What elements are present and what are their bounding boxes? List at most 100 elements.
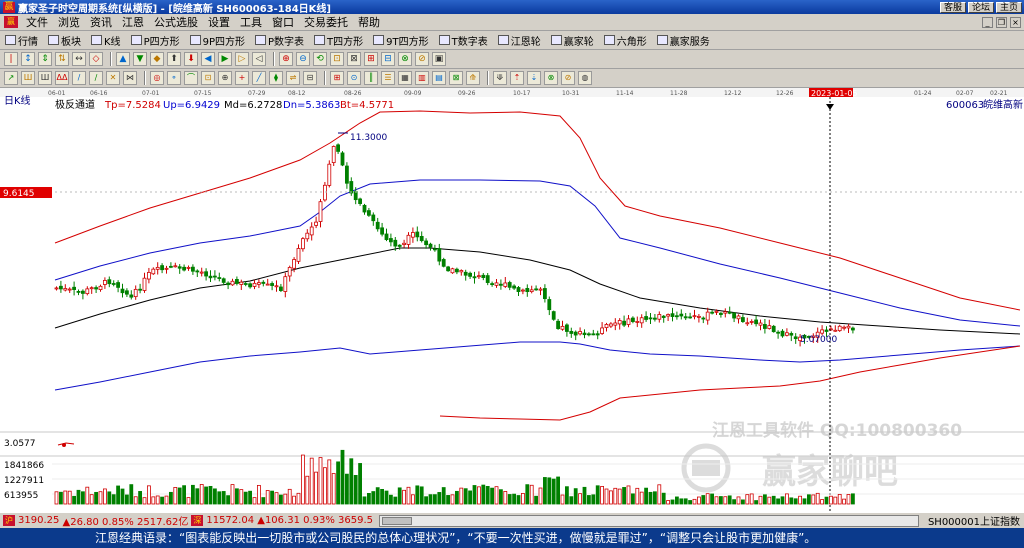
close-icon[interactable]: × xyxy=(1010,16,1021,28)
drawing-tool-icon-17[interactable]: ⟲ xyxy=(313,52,327,66)
drawing-tool-icon-2[interactable]: ⇕ xyxy=(38,52,52,66)
toolbar-button-5[interactable]: P数字表 xyxy=(250,31,309,49)
analysis-tool-icon-15[interactable]: ⧫ xyxy=(269,71,283,85)
toolbar-button-3[interactable]: P四方形 xyxy=(126,31,185,49)
menu-file[interactable]: 文件 xyxy=(21,14,53,31)
toolbar-button-0[interactable]: 行情 xyxy=(0,31,43,49)
analysis-tool-icon-19[interactable]: ⊙ xyxy=(347,71,361,85)
forum-button[interactable]: 论坛 xyxy=(967,1,994,13)
toolbar-button-1[interactable]: 板块 xyxy=(43,31,86,49)
drawing-tool-icon-11[interactable]: ◀ xyxy=(201,52,215,66)
drawing-tool-icon-8[interactable]: ◆ xyxy=(150,52,164,66)
toolbar-button-8[interactable]: T数字表 xyxy=(434,31,493,49)
analysis-tool-icon-21[interactable]: ☰ xyxy=(381,71,395,85)
analysis-tool-icon-18[interactable]: ⊞ xyxy=(330,71,344,85)
toolbar-button-12[interactable]: 赢家服务 xyxy=(652,31,715,49)
menu-settings[interactable]: 设置 xyxy=(203,14,235,31)
menu-tools[interactable]: 工具 xyxy=(235,14,267,31)
analysis-tool-icon-1[interactable]: Ш xyxy=(21,71,35,85)
drawing-tool-icon-18[interactable]: ⊡ xyxy=(330,52,344,66)
analysis-tool-icon-25[interactable]: ⊠ xyxy=(449,71,463,85)
analysis-tool-icon-28[interactable]: ⇡ xyxy=(510,71,524,85)
drawing-tool-icon-21[interactable]: ⊟ xyxy=(381,52,395,66)
date-tick: 08-26 xyxy=(344,90,362,97)
analysis-tool-icon-32[interactable]: ◍ xyxy=(578,71,592,85)
drawing-tool-icon-23[interactable]: ⊘ xyxy=(415,52,429,66)
drawing-tool-icon-6[interactable]: ▲ xyxy=(116,52,130,66)
drawing-tool-icon-14[interactable]: ◁ xyxy=(252,52,266,66)
analysis-tool-icon-22[interactable]: ▦ xyxy=(398,71,412,85)
drawing-tool-icon-20[interactable]: ⊞ xyxy=(364,52,378,66)
analysis-tool-icon-7[interactable]: ⋈ xyxy=(123,71,137,85)
toolbar-button-2[interactable]: K线 xyxy=(86,31,126,49)
drawing-tool-icon-12[interactable]: ▶ xyxy=(218,52,232,66)
analysis-tool-icon-17[interactable]: ⊟ xyxy=(303,71,317,85)
analysis-tool-icon-29[interactable]: ⇣ xyxy=(527,71,541,85)
analysis-tool-icon-30[interactable]: ⊗ xyxy=(544,71,558,85)
customer-service-button[interactable]: 客服 xyxy=(939,1,966,13)
analysis-tool-icon-24[interactable]: ▤ xyxy=(432,71,446,85)
menu-formula[interactable]: 公式选股 xyxy=(149,14,203,31)
menu-browse[interactable]: 浏览 xyxy=(53,14,85,31)
toolbar-button-7[interactable]: 9T四方形 xyxy=(368,31,433,49)
status-index-name[interactable]: SH000001上证指数 xyxy=(928,513,1024,528)
drawing-tool-icon-4[interactable]: ↔ xyxy=(72,52,86,66)
analysis-tool-icon-31[interactable]: ⊘ xyxy=(561,71,575,85)
analysis-tool-icon-0[interactable]: ↗ xyxy=(4,71,18,85)
winner-wheel-icon xyxy=(550,35,562,45)
drawing-tool-icon-19[interactable]: ⊠ xyxy=(347,52,361,66)
drawing-tool-icon-15[interactable]: ⊕ xyxy=(279,52,293,66)
analysis-tool-icon-16[interactable]: ⇌ xyxy=(286,71,300,85)
menu-window[interactable]: 窗口 xyxy=(267,14,299,31)
analysis-tool-icon-6[interactable]: ✕ xyxy=(106,71,120,85)
drawing-tool-icon-10[interactable]: ⬇ xyxy=(184,52,198,66)
homepage-button[interactable]: 主页 xyxy=(995,1,1022,13)
candle-body xyxy=(837,325,842,332)
drawing-tool-icon-9[interactable]: ⬆ xyxy=(167,52,181,66)
drawing-tool-icon-3[interactable]: ⇅ xyxy=(55,52,69,66)
menu-trade[interactable]: 交易委托 xyxy=(299,14,353,31)
candle-body xyxy=(331,146,336,163)
drawing-tool-icon-7[interactable]: ▼ xyxy=(133,52,147,66)
menu-info[interactable]: 资讯 xyxy=(85,14,117,31)
drawing-tool-icon-1[interactable]: ↕ xyxy=(21,52,35,66)
drawing-tool-icon-0[interactable]: | xyxy=(4,52,18,66)
toolbar-button-4[interactable]: 9P四方形 xyxy=(185,31,250,49)
toolbar-button-11[interactable]: 六角形 xyxy=(599,31,652,49)
minimize-icon[interactable]: _ xyxy=(982,16,993,28)
analysis-tool-icon-26[interactable]: ⟰ xyxy=(466,71,480,85)
analysis-tool-icon-3[interactable]: ΔΔ xyxy=(55,71,69,85)
horizontal-scrollbar[interactable] xyxy=(379,514,920,527)
analysis-tool-icon-11[interactable]: ⊡ xyxy=(201,71,215,85)
candle-body xyxy=(498,283,503,286)
kline-chart[interactable]: 06-01 06-16 07-01 07-15 07-29 08-12 08-26 09-09… xyxy=(0,88,1024,512)
candle-body xyxy=(305,232,310,240)
analysis-tool-icon-27[interactable]: ⟱ xyxy=(493,71,507,85)
menu-help[interactable]: 帮助 xyxy=(353,14,385,31)
analysis-tool-icon-9[interactable]: ⚬ xyxy=(167,71,181,85)
toolbar-button-10[interactable]: 赢家轮 xyxy=(546,31,599,49)
analysis-tool-icon-5[interactable]: ∕ xyxy=(89,71,103,85)
toolbar-button-6[interactable]: T四方形 xyxy=(309,31,368,49)
toolbar-button-9[interactable]: 江恩轮 xyxy=(493,31,546,49)
menu-gann[interactable]: 江恩 xyxy=(117,14,149,31)
volume-bar xyxy=(415,485,420,505)
scrollbar-thumb[interactable] xyxy=(382,516,413,525)
analysis-tool-icon-10[interactable]: ⌒ xyxy=(184,71,198,85)
analysis-tool-icon-20[interactable]: ║ xyxy=(364,71,378,85)
analysis-tool-icon-23[interactable]: ▥ xyxy=(415,71,429,85)
restore-icon[interactable]: ❐ xyxy=(996,16,1007,28)
analysis-tool-icon-2[interactable]: Ш xyxy=(38,71,52,85)
drawing-tool-icon-16[interactable]: ⊖ xyxy=(296,52,310,66)
analysis-tool-icon-4[interactable]: / xyxy=(72,71,86,85)
drawing-tool-icon-13[interactable]: ▷ xyxy=(235,52,249,66)
analysis-tool-icon-8[interactable]: ◎ xyxy=(150,71,164,85)
drawing-tool-icon-24[interactable]: ▣ xyxy=(432,52,446,66)
volume-bar xyxy=(388,494,393,505)
analysis-tool-icon-14[interactable]: ╱ xyxy=(252,71,266,85)
drawing-tool-icon-5[interactable]: ◇ xyxy=(89,52,103,66)
analysis-tool-icon-13[interactable]: + xyxy=(235,71,249,85)
volume-bar xyxy=(327,459,332,505)
analysis-tool-icon-12[interactable]: ⊕ xyxy=(218,71,232,85)
drawing-tool-icon-22[interactable]: ⊗ xyxy=(398,52,412,66)
